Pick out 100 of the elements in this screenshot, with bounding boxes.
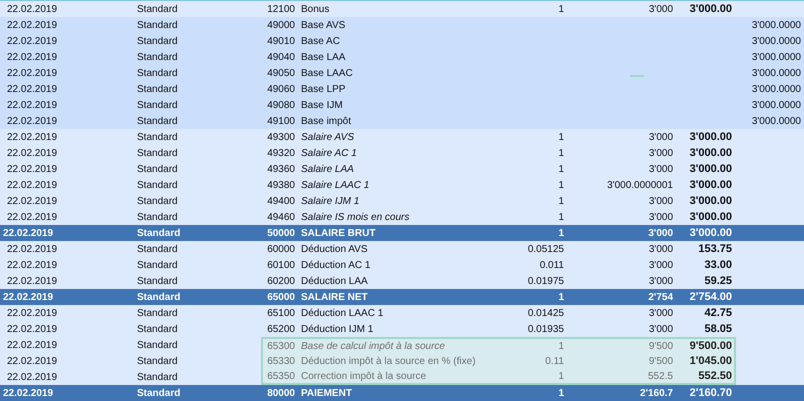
type-cell: Standard bbox=[137, 372, 178, 382]
table-row[interactable]: 22.02.2019 Standard 49060 Base LPP 3'000.0000 bbox=[0, 81, 804, 97]
date-cell: 22.02.2019 bbox=[7, 84, 58, 94]
rate-cell: 3'000 bbox=[648, 228, 673, 238]
type-cell: Standard bbox=[137, 324, 178, 334]
amount-cell: 3'000.00 bbox=[690, 130, 732, 143]
rate-cell: 3'000 bbox=[648, 324, 673, 334]
rate-cell: 2'754 bbox=[648, 292, 673, 302]
type-cell: Standard bbox=[137, 180, 178, 190]
base-cell: 3'000.0000 bbox=[752, 36, 801, 46]
amount-cell: 42.75 bbox=[704, 306, 732, 319]
table-row[interactable]: 22.02.2019 Standard 80000 PAIEMENT 1 2'160.7 2'160.70 bbox=[0, 385, 804, 401]
rate-cell: 3'000 bbox=[648, 164, 673, 174]
label-cell: SALAIRE NET bbox=[301, 292, 368, 302]
table-row[interactable]: 22.02.2019 Standard 49080 Base IJM 3'000.0000 bbox=[0, 97, 804, 113]
base-cell: 3'000.0000 bbox=[752, 116, 801, 126]
date-cell: 22.02.2019 bbox=[7, 132, 58, 142]
code-cell: 49000 bbox=[267, 20, 295, 30]
label-cell: Déduction LAA bbox=[301, 276, 368, 286]
table-row[interactable]: 22.02.2019 Standard 50000 SALAIRE BRUT 1 3'000 3'000.00 bbox=[0, 225, 804, 241]
type-cell: Standard bbox=[137, 356, 178, 366]
date-cell: 22.02.2019 bbox=[3, 388, 54, 398]
quantity-cell: 1 bbox=[558, 212, 564, 222]
type-cell: Standard bbox=[137, 132, 178, 142]
code-cell: 80000 bbox=[267, 388, 295, 398]
rate-cell: 3'000 bbox=[648, 244, 673, 254]
date-cell: 22.02.2019 bbox=[7, 116, 58, 126]
date-cell: 22.02.2019 bbox=[7, 196, 58, 206]
base-cell: 3'000.0000 bbox=[752, 68, 801, 78]
date-cell: 22.02.2019 bbox=[7, 244, 58, 254]
label-cell: Salaire AC 1 bbox=[301, 148, 357, 158]
code-cell: 49050 bbox=[267, 68, 295, 78]
quantity-cell: 0.01975 bbox=[528, 276, 564, 286]
table-row[interactable]: 22.02.2019 Standard 49010 Base AC 3'000.0000 bbox=[0, 33, 804, 49]
rate-cell: 3'000.0000001 bbox=[607, 180, 673, 190]
type-cell: Standard bbox=[137, 196, 178, 206]
quantity-cell: 1 bbox=[558, 148, 564, 158]
label-cell: Déduction AC 1 bbox=[301, 260, 370, 270]
date-cell: 22.02.2019 bbox=[3, 228, 54, 238]
base-cell: 3'000.0000 bbox=[752, 20, 801, 30]
date-cell: 22.02.2019 bbox=[7, 340, 58, 350]
type-cell: Standard bbox=[137, 116, 178, 126]
date-cell: 22.02.2019 bbox=[7, 276, 58, 286]
date-cell: 22.02.2019 bbox=[7, 308, 58, 318]
type-cell: Standard bbox=[137, 292, 180, 302]
rate-cell: 3'000 bbox=[648, 4, 673, 14]
label-cell: Base de calcul impôt à la source bbox=[301, 340, 445, 352]
label-cell: PAIEMENT bbox=[301, 388, 352, 398]
date-cell: 22.02.2019 bbox=[7, 20, 58, 30]
amount-cell: 2'160.70 bbox=[690, 386, 732, 399]
type-cell: Standard bbox=[137, 228, 180, 238]
code-cell: 49460 bbox=[267, 212, 295, 222]
label-cell: Base LAA bbox=[301, 52, 346, 62]
type-cell: Standard bbox=[137, 4, 178, 14]
amount-cell: 3'000.00 bbox=[690, 226, 732, 239]
label-cell: Base LPP bbox=[301, 84, 346, 94]
type-cell: Standard bbox=[137, 100, 178, 110]
type-cell: Standard bbox=[137, 36, 178, 46]
date-cell: 22.02.2019 bbox=[7, 372, 58, 382]
amount-cell: 153.75 bbox=[698, 242, 732, 255]
amount-cell: 1'045.00 bbox=[690, 354, 732, 367]
date-cell: 22.02.2019 bbox=[7, 68, 58, 78]
label-cell: Base IJM bbox=[301, 100, 343, 110]
date-cell: 22.02.2019 bbox=[7, 260, 58, 270]
date-cell: 22.02.2019 bbox=[7, 164, 58, 174]
label-cell: Base impôt bbox=[301, 116, 352, 126]
code-cell: 65200 bbox=[267, 324, 295, 334]
date-cell: 22.02.2019 bbox=[7, 4, 58, 14]
table-row[interactable]: 22.02.2019 Standard 49100 Base impôt 3'000.0000 bbox=[0, 113, 804, 129]
table-row[interactable]: 22.02.2019 Standard 49040 Base LAA 3'000.0000 bbox=[0, 49, 804, 65]
code-cell: 65100 bbox=[267, 308, 295, 318]
label-cell: Base AC bbox=[301, 36, 340, 46]
base-cell: 3'000.0000 bbox=[752, 100, 801, 110]
quantity-cell: 1 bbox=[558, 196, 564, 206]
quantity-cell: 1 bbox=[558, 132, 564, 142]
amount-cell: 9'500.00 bbox=[690, 340, 732, 352]
table-row[interactable]: 22.02.2019 Standard 65000 SALAIRE NET 1 2'754 2'754.00 bbox=[0, 289, 804, 305]
table-row[interactable]: 22.02.2019 Standard 49000 Base AVS 3'000.0000 bbox=[0, 17, 804, 33]
label-cell: Bonus bbox=[301, 4, 330, 14]
label-cell: Salaire IS mois en cours bbox=[301, 212, 410, 222]
code-cell: 49100 bbox=[267, 116, 295, 126]
table-row[interactable]: 22.02.2019 Standard 49050 Base LAAC 3'000.0000 bbox=[0, 65, 804, 81]
type-cell: Standard bbox=[137, 148, 178, 158]
amount-cell: 33.00 bbox=[704, 258, 732, 271]
code-cell: 49400 bbox=[267, 196, 295, 206]
date-cell: 22.02.2019 bbox=[7, 356, 58, 366]
date-cell: 22.02.2019 bbox=[7, 324, 58, 334]
date-cell: 22.02.2019 bbox=[7, 212, 58, 222]
quantity-cell: 1 bbox=[558, 164, 564, 174]
amount-cell: 3'000.00 bbox=[690, 162, 732, 175]
type-cell: Standard bbox=[137, 212, 178, 222]
code-cell: 65000 bbox=[267, 292, 295, 302]
rate-cell: 9'500 bbox=[648, 340, 673, 352]
quantity-cell: 0.011 bbox=[540, 260, 564, 270]
label-cell: Salaire LAA bbox=[301, 164, 354, 174]
label-cell: Déduction AVS bbox=[301, 244, 368, 254]
code-cell: 49010 bbox=[267, 36, 295, 46]
label-cell: Salaire LAAC 1 bbox=[301, 180, 370, 190]
rate-cell: 3'000 bbox=[648, 132, 673, 142]
quantity-cell: 0.11 bbox=[545, 356, 564, 366]
